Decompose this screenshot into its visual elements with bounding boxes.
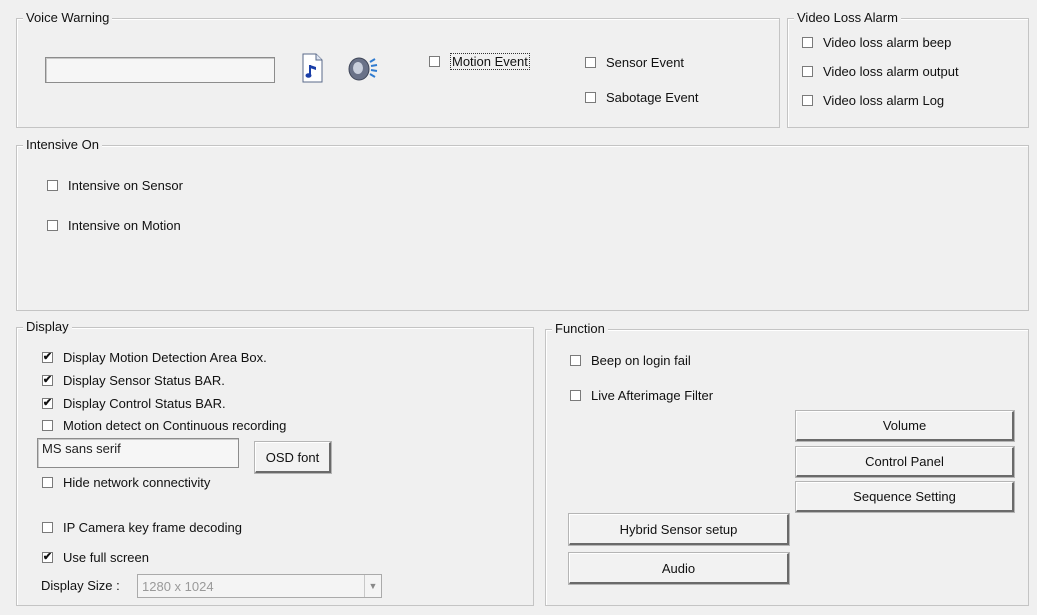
voice-file-field[interactable] [45, 57, 275, 83]
motion-event-box[interactable] [429, 56, 440, 67]
display-control-bar-checkbox[interactable]: ✔ Display Control Status BAR. [42, 396, 226, 411]
sabotage-event-box[interactable] [585, 92, 596, 103]
volume-button[interactable]: Volume [795, 410, 1015, 442]
intensive-title: Intensive On [23, 137, 102, 153]
intensive-sensor-label: Intensive on Sensor [68, 178, 183, 193]
font-name-field[interactable]: MS sans serif [37, 438, 239, 468]
motion-continuous-box[interactable] [42, 420, 53, 431]
intensive-motion-checkbox[interactable]: Intensive on Motion [47, 218, 181, 233]
function-title: Function [552, 321, 608, 337]
display-size-value: 1280 x 1024 [142, 578, 214, 594]
intensive-sensor-checkbox[interactable]: Intensive on Sensor [47, 178, 183, 193]
intensive-group: Intensive On Intensive on Sensor Intensi… [16, 137, 1029, 311]
sabotage-event-label: Sabotage Event [606, 90, 699, 105]
ip-camera-label: IP Camera key frame decoding [63, 520, 242, 535]
audio-button[interactable]: Audio [568, 552, 790, 585]
display-motion-area-box[interactable]: ✔ [42, 352, 53, 363]
display-sensor-bar-label: Display Sensor Status BAR. [63, 373, 225, 388]
speaker-icon[interactable] [347, 55, 379, 86]
full-screen-box[interactable]: ✔ [42, 552, 53, 563]
display-title: Display [23, 319, 72, 335]
video-loss-output-box[interactable] [802, 66, 813, 77]
video-loss-group: Video Loss Alarm Video loss alarm beep V… [787, 10, 1029, 128]
display-motion-area-label: Display Motion Detection Area Box. [63, 350, 267, 365]
video-loss-output-checkbox[interactable]: Video loss alarm output [802, 64, 959, 79]
afterimage-label: Live Afterimage Filter [591, 388, 714, 403]
motion-event-label: Motion Event [450, 53, 530, 70]
hide-network-box[interactable] [42, 477, 53, 488]
display-sensor-bar-checkbox[interactable]: ✔ Display Sensor Status BAR. [42, 373, 225, 388]
display-group: Display ✔ Display Motion Detection Area … [16, 319, 534, 606]
music-file-icon[interactable] [301, 53, 323, 86]
beep-login-checkbox[interactable]: Beep on login fail [570, 353, 691, 368]
chevron-down-icon[interactable]: ▼ [364, 575, 381, 597]
intensive-motion-box[interactable] [47, 220, 58, 231]
video-loss-log-label: Video loss alarm Log [823, 93, 945, 108]
sequence-setting-button[interactable]: Sequence Setting [795, 481, 1015, 513]
display-size-label: Display Size : [41, 578, 120, 593]
video-loss-title: Video Loss Alarm [794, 10, 901, 26]
afterimage-checkbox[interactable]: Live Afterimage Filter [570, 388, 713, 403]
full-screen-label: Use full screen [63, 550, 149, 565]
voice-warning-group: Voice Warning Motion Event Sensor Event … [16, 10, 780, 128]
ip-camera-checkbox[interactable]: IP Camera key frame decoding [42, 520, 242, 535]
osd-font-button[interactable]: OSD font [254, 441, 332, 474]
sensor-event-label: Sensor Event [606, 55, 685, 70]
sensor-event-checkbox[interactable]: Sensor Event [585, 55, 684, 70]
ip-camera-box[interactable] [42, 522, 53, 533]
video-loss-log-checkbox[interactable]: Video loss alarm Log [802, 93, 944, 108]
control-panel-button[interactable]: Control Panel [795, 446, 1015, 478]
video-loss-output-label: Video loss alarm output [823, 64, 959, 79]
display-control-bar-label: Display Control Status BAR. [63, 396, 226, 411]
hide-network-checkbox[interactable]: Hide network connectivity [42, 475, 210, 490]
voice-warning-title: Voice Warning [23, 10, 113, 26]
hide-network-label: Hide network connectivity [63, 475, 211, 490]
display-sensor-bar-box[interactable]: ✔ [42, 375, 53, 386]
function-group: Function Beep on login fail Live Afterim… [545, 321, 1029, 606]
intensive-motion-label: Intensive on Motion [68, 218, 181, 233]
sensor-event-box[interactable] [585, 57, 596, 68]
display-control-bar-box[interactable]: ✔ [42, 398, 53, 409]
hybrid-sensor-button[interactable]: Hybrid Sensor setup [568, 513, 790, 546]
video-loss-beep-label: Video loss alarm beep [823, 35, 952, 50]
sabotage-event-checkbox[interactable]: Sabotage Event [585, 90, 699, 105]
intensive-sensor-box[interactable] [47, 180, 58, 191]
beep-login-label: Beep on login fail [591, 353, 691, 368]
video-loss-beep-checkbox[interactable]: Video loss alarm beep [802, 35, 951, 50]
motion-event-checkbox[interactable]: Motion Event [429, 53, 530, 70]
video-loss-log-box[interactable] [802, 95, 813, 106]
full-screen-checkbox[interactable]: ✔ Use full screen [42, 550, 149, 565]
display-motion-area-checkbox[interactable]: ✔ Display Motion Detection Area Box. [42, 350, 267, 365]
beep-login-box[interactable] [570, 355, 581, 366]
display-size-select[interactable]: 1280 x 1024 ▼ [137, 574, 382, 598]
motion-continuous-checkbox[interactable]: Motion detect on Continuous recording [42, 418, 286, 433]
afterimage-box[interactable] [570, 390, 581, 401]
motion-continuous-label: Motion detect on Continuous recording [63, 418, 287, 433]
video-loss-beep-box[interactable] [802, 37, 813, 48]
